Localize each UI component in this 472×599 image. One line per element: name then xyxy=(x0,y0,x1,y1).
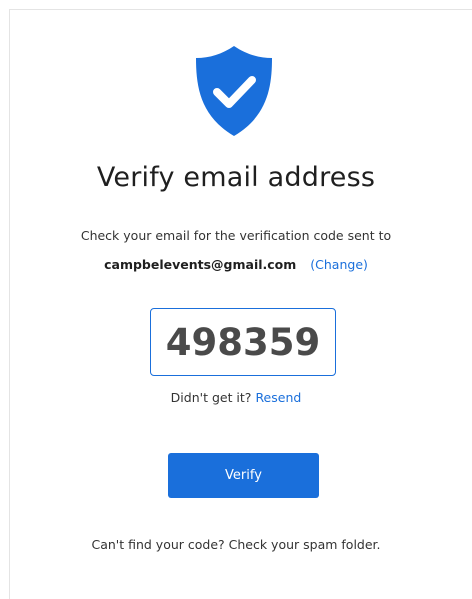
verify-button[interactable]: Verify xyxy=(168,453,319,498)
shield-check-icon xyxy=(196,46,272,136)
resend-link[interactable]: Resend xyxy=(255,390,301,405)
page-title: Verify email address xyxy=(96,162,376,193)
change-email-link[interactable]: (Change) xyxy=(310,257,368,272)
instruction-text: Check your email for the verification co… xyxy=(80,228,392,243)
verification-code-input[interactable] xyxy=(150,308,336,376)
email-row: campbelevents@gmail.com (Change) xyxy=(0,257,472,272)
email-address: campbelevents@gmail.com xyxy=(104,257,297,272)
resend-prompt: Didn't get it? xyxy=(170,390,252,405)
resend-row: Didn't get it? Resend xyxy=(0,390,472,405)
spam-folder-note: Can't find your code? Check your spam fo… xyxy=(91,537,381,552)
